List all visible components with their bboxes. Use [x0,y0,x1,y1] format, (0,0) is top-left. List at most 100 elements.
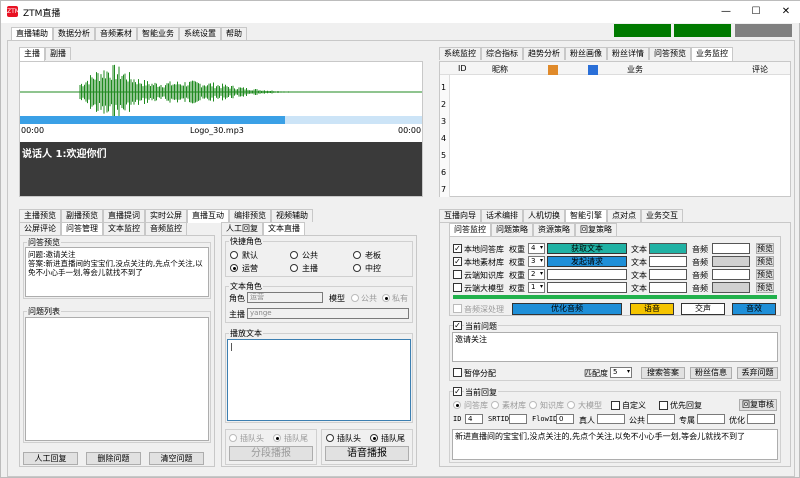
tab-business-monitor[interactable]: 业务监控 [691,47,733,61]
maximize-button[interactable]: ☐ [741,1,771,23]
audio-process-check[interactable] [453,304,462,313]
flowid-field[interactable]: 0 [556,414,574,424]
pause-assign-check[interactable] [453,368,462,377]
tab-live-assist[interactable]: 直播辅助 [11,27,53,41]
kb-weight-spinner[interactable]: 1 [528,282,545,293]
tab-main-anchor[interactable]: 主播 [19,47,45,61]
radio-operation[interactable] [230,264,238,272]
kb-weight-spinner[interactable]: 4 [528,243,545,254]
kb-preview-button[interactable]: 预览 [756,243,774,254]
current-question-check[interactable]: ✓ [453,321,462,330]
tab-video-assist[interactable]: 视频辅助 [271,209,313,222]
current-reply-text[interactable]: 新进直播间的宝宝们,没点关注的,先点个关注,以免不小心手一划,等会儿就找不到了 [452,429,778,460]
tab-text-live[interactable]: 文本直播 [263,222,305,236]
kb-weight-spinner[interactable]: 3 [528,256,545,267]
public-field[interactable] [647,414,675,424]
radio-anchor[interactable] [290,264,298,272]
tab-smart-engine[interactable]: 智能引擎 [565,209,607,223]
exclusive-field[interactable] [697,414,725,424]
role-field[interactable]: 运营 [247,292,323,303]
broadcast-text-input[interactable]: | [227,339,411,421]
tab-screen-comments[interactable]: 公屏评论 [19,222,61,235]
playback-progress-bar[interactable] [20,116,422,124]
tab-live-prompt[interactable]: 直播提词 [103,209,145,222]
radio-source-kb[interactable] [529,401,537,409]
radio-model-private[interactable] [382,294,390,302]
kb-preview-button[interactable]: 预览 [756,256,774,267]
search-answer-button[interactable]: 搜索答案 [641,367,685,379]
radio-control[interactable] [353,264,361,272]
current-question-text[interactable]: 邀请关注 [452,332,778,362]
tab-live-screen[interactable]: 实时公屏 [145,209,187,222]
tab-anchor-preview[interactable]: 主播预览 [19,209,61,222]
priority-reply-check[interactable] [659,401,668,410]
tab-p2p[interactable]: 点对点 [607,209,641,222]
radio-public[interactable] [290,251,298,259]
delete-question-button[interactable]: 删除问题 [86,452,141,465]
tab-interact-guide[interactable]: 互播向导 [439,209,481,222]
question-list[interactable] [25,317,209,441]
tab-audio-material[interactable]: 音频素材 [95,27,137,40]
custom-check[interactable] [611,401,620,410]
tab-text-monitor[interactable]: 文本监控 [103,222,145,235]
sound-effect-button[interactable]: 音效 [732,303,776,315]
reply-review-button[interactable]: 回复审核 [739,399,777,411]
tab-data-analysis[interactable]: 数据分析 [53,27,95,40]
radio-source-material[interactable] [491,401,499,409]
minimize-button[interactable]: — [711,1,741,23]
voice-broadcast-button[interactable]: 语音播报 [325,446,409,461]
kb-check-cloud-llm[interactable] [453,283,462,292]
tab-trend-analysis[interactable]: 趋势分析 [523,47,565,60]
tab-audio-monitor[interactable]: 音频监控 [145,222,187,235]
radio-source-llm[interactable] [567,401,575,409]
tab-arrange-preview[interactable]: 编排预览 [229,209,271,222]
tab-fan-details[interactable]: 粉丝详情 [607,47,649,60]
tab-live-interaction[interactable]: 直播互动 [187,209,229,223]
real-person-field[interactable] [597,414,625,424]
tab-smart-business[interactable]: 智能业务 [137,27,179,40]
tab-qa-preview[interactable]: 问答预览 [649,47,691,60]
kb-weight-spinner[interactable]: 2 [528,269,545,280]
fan-info-button[interactable]: 粉丝信息 [690,367,732,379]
radio-left-tail[interactable] [273,434,281,442]
kb-preview-button[interactable]: 预览 [756,282,774,293]
interact-voice-button[interactable]: 交声 [681,303,725,315]
kb-check-local-material[interactable]: ✓ [453,257,462,266]
tab-sub-preview[interactable]: 副播预览 [61,209,103,222]
kb-action-field[interactable] [547,269,627,280]
kb-check-cloud-kb[interactable] [453,270,462,279]
tab-system-monitor[interactable]: 系统监控 [439,47,481,60]
radio-right-head[interactable] [326,434,334,442]
kb-preview-button[interactable]: 预览 [756,269,774,280]
tab-system-settings[interactable]: 系统设置 [179,27,221,40]
voice-button[interactable]: 语音 [630,303,674,315]
tab-business-interact[interactable]: 业务交互 [641,209,683,222]
optimize-field[interactable] [747,414,775,424]
tab-overall-metrics[interactable]: 综合指标 [481,47,523,60]
tab-human-machine[interactable]: 人机切换 [523,209,565,222]
kb-action-field[interactable] [547,282,627,293]
current-reply-check[interactable]: ✓ [453,387,462,396]
radio-default[interactable] [230,251,238,259]
radio-left-head[interactable] [229,434,237,442]
segment-broadcast-button[interactable]: 分段播报 [229,446,313,461]
send-request-button[interactable]: 发起请求 [547,256,627,267]
close-button[interactable]: ✕ [771,1,800,23]
fetch-text-button[interactable]: 获取文本 [547,243,627,254]
optimize-audio-button[interactable]: 优化音频 [512,303,622,315]
discard-question-button[interactable]: 丢弃问题 [737,367,778,379]
id-field[interactable]: 4 [465,414,483,424]
radio-right-tail[interactable] [370,434,378,442]
match-degree-spinner[interactable]: 5 [610,367,632,378]
manual-reply-button[interactable]: 人工回复 [23,452,78,465]
anchor-field[interactable]: yange [247,308,409,319]
radio-model-public[interactable] [351,294,359,302]
radio-boss[interactable] [353,251,361,259]
tab-help[interactable]: 帮助 [221,27,247,40]
clear-questions-button[interactable]: 清空问题 [149,452,204,465]
tab-sub-anchor[interactable]: 副播 [45,47,71,60]
tab-fan-profile[interactable]: 粉丝画像 [565,47,607,60]
tab-qa-manage[interactable]: 问答管理 [61,222,103,236]
radio-source-qa[interactable] [453,401,461,409]
tab-manual-reply[interactable]: 人工回复 [221,222,263,235]
